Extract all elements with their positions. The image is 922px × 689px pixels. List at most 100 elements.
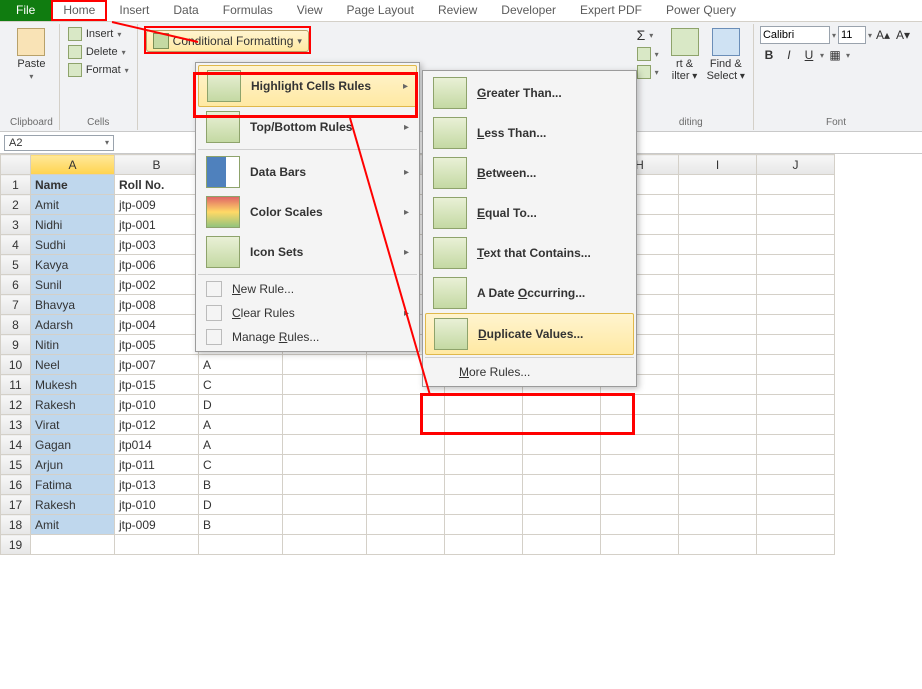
menu-clear-rules[interactable]: Clear Rules ▸ bbox=[198, 301, 417, 325]
autosum-button[interactable]: Σ▾ bbox=[635, 26, 661, 44]
cell[interactable] bbox=[445, 435, 523, 455]
cell[interactable]: jtp-008 bbox=[115, 295, 199, 315]
cell[interactable] bbox=[757, 455, 835, 475]
cell[interactable]: B bbox=[199, 515, 283, 535]
menu-data-bars[interactable]: Data Bars ▸ bbox=[198, 149, 417, 192]
cell[interactable]: Neel bbox=[31, 355, 115, 375]
cells-insert[interactable]: Insert▾ bbox=[66, 26, 131, 42]
cell[interactable]: jtp-009 bbox=[115, 515, 199, 535]
cell[interactable]: jtp-004 bbox=[115, 315, 199, 335]
cell[interactable]: Name bbox=[31, 175, 115, 195]
cell[interactable] bbox=[679, 335, 757, 355]
menu-less-than[interactable]: Less Than... bbox=[425, 113, 634, 153]
menu-new-rule[interactable]: New Rule... bbox=[198, 274, 417, 301]
tab-insert[interactable]: Insert bbox=[107, 0, 161, 21]
cell[interactable]: jtp-013 bbox=[115, 475, 199, 495]
increase-font-icon[interactable]: A▴ bbox=[874, 26, 892, 44]
cell[interactable] bbox=[601, 435, 679, 455]
cell[interactable] bbox=[283, 355, 367, 375]
cell[interactable]: jtp-011 bbox=[115, 455, 199, 475]
row-header[interactable]: 19 bbox=[1, 535, 31, 555]
row-header[interactable]: 14 bbox=[1, 435, 31, 455]
cell[interactable]: A bbox=[199, 435, 283, 455]
cell[interactable] bbox=[679, 395, 757, 415]
border-button[interactable]: ▦ bbox=[826, 46, 844, 64]
cell[interactable] bbox=[679, 275, 757, 295]
cell[interactable]: Sunil bbox=[31, 275, 115, 295]
row-header[interactable]: 6 bbox=[1, 275, 31, 295]
cell[interactable] bbox=[757, 435, 835, 455]
tab-developer[interactable]: Developer bbox=[489, 0, 568, 21]
cell[interactable] bbox=[283, 415, 367, 435]
cell[interactable] bbox=[367, 415, 445, 435]
cell[interactable]: jtp-010 bbox=[115, 395, 199, 415]
cell[interactable] bbox=[757, 475, 835, 495]
cell[interactable]: jtp-007 bbox=[115, 355, 199, 375]
menu-equal-to[interactable]: Equal To... bbox=[425, 193, 634, 233]
cell[interactable] bbox=[283, 495, 367, 515]
cell[interactable] bbox=[601, 495, 679, 515]
font-name-input[interactable] bbox=[760, 26, 830, 44]
cell[interactable] bbox=[445, 515, 523, 535]
clear-button[interactable]: ▾ bbox=[635, 64, 661, 80]
tab-power-query[interactable]: Power Query bbox=[654, 0, 748, 21]
col-header[interactable]: I bbox=[679, 155, 757, 175]
cell[interactable] bbox=[445, 395, 523, 415]
underline-button[interactable]: U bbox=[800, 46, 818, 64]
cell[interactable] bbox=[679, 315, 757, 335]
cell[interactable]: Gagan bbox=[31, 435, 115, 455]
cell[interactable] bbox=[679, 415, 757, 435]
cell[interactable]: jtp014 bbox=[115, 435, 199, 455]
cell[interactable] bbox=[757, 515, 835, 535]
tab-expert-pdf[interactable]: Expert PDF bbox=[568, 0, 654, 21]
cell[interactable]: jtp-015 bbox=[115, 375, 199, 395]
cell[interactable] bbox=[367, 435, 445, 455]
cell[interactable] bbox=[523, 395, 601, 415]
row-header[interactable]: 13 bbox=[1, 415, 31, 435]
cell[interactable]: Mukesh bbox=[31, 375, 115, 395]
col-header[interactable]: J bbox=[757, 155, 835, 175]
cell[interactable] bbox=[757, 315, 835, 335]
tab-home[interactable]: Home bbox=[51, 0, 107, 21]
cell[interactable]: jtp-006 bbox=[115, 255, 199, 275]
cell[interactable] bbox=[523, 495, 601, 515]
paste-button[interactable]: Paste ▾ bbox=[15, 26, 47, 83]
find-select-button[interactable]: Find &Select ▾ bbox=[705, 26, 747, 84]
cell[interactable] bbox=[757, 235, 835, 255]
cell[interactable]: B bbox=[199, 475, 283, 495]
cell[interactable] bbox=[445, 415, 523, 435]
cell[interactable]: Nitin bbox=[31, 335, 115, 355]
select-all[interactable] bbox=[1, 155, 31, 175]
cell[interactable]: Kavya bbox=[31, 255, 115, 275]
cell[interactable] bbox=[523, 475, 601, 495]
cell[interactable] bbox=[445, 455, 523, 475]
row-header[interactable]: 8 bbox=[1, 315, 31, 335]
bold-button[interactable]: B bbox=[760, 46, 778, 64]
cell[interactable] bbox=[679, 355, 757, 375]
cell[interactable] bbox=[445, 475, 523, 495]
cell[interactable] bbox=[757, 355, 835, 375]
cell[interactable] bbox=[601, 515, 679, 535]
italic-button[interactable]: I bbox=[780, 46, 798, 64]
cell[interactable]: Bhavya bbox=[31, 295, 115, 315]
menu-date-occurring[interactable]: A Date Occurring... bbox=[425, 273, 634, 313]
row-header[interactable]: 3 bbox=[1, 215, 31, 235]
col-header[interactable]: A bbox=[31, 155, 115, 175]
cell[interactable] bbox=[679, 495, 757, 515]
cell[interactable]: Virat bbox=[31, 415, 115, 435]
cell[interactable]: D bbox=[199, 395, 283, 415]
cell[interactable]: Amit bbox=[31, 195, 115, 215]
cell[interactable] bbox=[523, 415, 601, 435]
col-header[interactable]: B bbox=[115, 155, 199, 175]
row-header[interactable]: 16 bbox=[1, 475, 31, 495]
cell[interactable] bbox=[757, 375, 835, 395]
cell[interactable]: Nidhi bbox=[31, 215, 115, 235]
row-header[interactable]: 9 bbox=[1, 335, 31, 355]
cell[interactable]: jtp-012 bbox=[115, 415, 199, 435]
tab-data[interactable]: Data bbox=[161, 0, 210, 21]
menu-icon-sets[interactable]: Icon Sets ▸ bbox=[198, 232, 417, 272]
tab-file[interactable]: File bbox=[0, 0, 51, 21]
cell[interactable]: jtp-009 bbox=[115, 195, 199, 215]
cell[interactable] bbox=[601, 455, 679, 475]
row-header[interactable]: 1 bbox=[1, 175, 31, 195]
